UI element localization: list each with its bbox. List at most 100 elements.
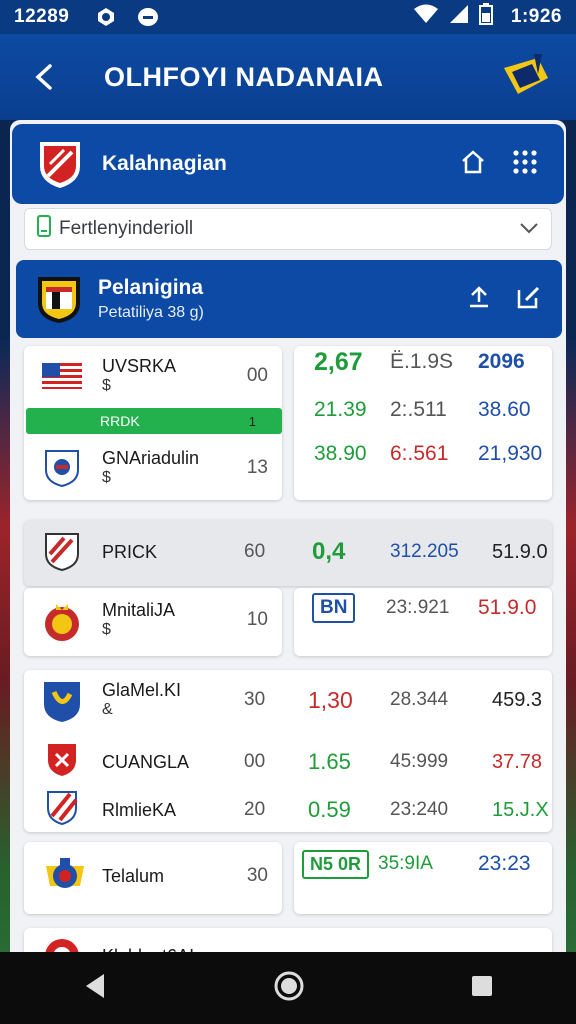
odds-value[interactable]: 2:.511 bbox=[390, 398, 447, 422]
odds-card[interactable]: BN 23:.921 51.9.0 bbox=[294, 588, 552, 656]
away-team-name: RlmlieKA bbox=[102, 800, 177, 820]
match-card[interactable]: Telalum 30 bbox=[24, 842, 282, 914]
odds-value[interactable]: Ë.1.9S bbox=[390, 350, 453, 374]
home-team-name: GlaMel.KI bbox=[102, 680, 182, 700]
team-header: Kalahnagian bbox=[12, 124, 564, 204]
edit-icon[interactable] bbox=[516, 284, 542, 315]
signal-icon bbox=[449, 4, 469, 30]
odds-value[interactable]: 15.J.X bbox=[492, 799, 549, 822]
home-score: 30 bbox=[244, 689, 266, 710]
odds-card[interactable]: 2,67 Ë.1.9S 2096 21.39 2:.511 38.60 38.9… bbox=[294, 346, 552, 500]
odds-value[interactable]: 459.3 bbox=[492, 689, 542, 712]
status-time: 12289 bbox=[14, 6, 70, 27]
odds-value[interactable]: 28.344 bbox=[390, 689, 448, 711]
odds-value[interactable]: 23:.921 bbox=[386, 597, 449, 619]
home-nav-icon[interactable] bbox=[273, 970, 305, 1007]
odds-value[interactable]: 37.78 bbox=[492, 751, 542, 774]
odds-value[interactable]: 2,67 bbox=[314, 348, 363, 377]
away-score: 20 bbox=[244, 799, 266, 820]
home-team-name: Telalum bbox=[102, 866, 165, 886]
odds-value[interactable]: 51.9.0 bbox=[478, 596, 536, 620]
home-icon[interactable] bbox=[460, 149, 486, 180]
team-crest-icon bbox=[42, 790, 82, 830]
team-crest-icon bbox=[38, 138, 82, 190]
league-header[interactable]: Pelanigina Petatiliya 38 g) bbox=[16, 260, 562, 338]
message-notification-icon bbox=[137, 6, 159, 28]
team-row-mid: CUANGLA 00 1.65 45:999 37.78 bbox=[24, 742, 552, 782]
odds-value[interactable]: 23:240 bbox=[390, 799, 448, 821]
phone-icon bbox=[37, 215, 51, 243]
filter-dropdown[interactable]: Fertlenyinderioll bbox=[24, 208, 552, 250]
match-card[interactable]: PRICK 60 0,4 312.205 51.9.0 bbox=[24, 520, 552, 586]
odds-value[interactable]: 1.65 bbox=[308, 749, 351, 775]
app-logo-icon[interactable] bbox=[498, 48, 554, 104]
home-team-sub: & bbox=[102, 701, 113, 718]
odds-value[interactable]: 2096 bbox=[478, 350, 525, 374]
chevron-down-icon bbox=[519, 218, 539, 240]
team-score: 00 bbox=[244, 751, 266, 772]
flag-usa-icon bbox=[42, 363, 82, 389]
team-row-home: UVSRKA $ 00 bbox=[24, 356, 282, 396]
home-score: 30 bbox=[246, 865, 268, 886]
league-crest-icon bbox=[36, 273, 82, 325]
recents-nav-icon[interactable] bbox=[470, 974, 494, 1003]
back-nav-icon[interactable] bbox=[82, 972, 108, 1005]
home-score: 60 bbox=[244, 541, 266, 562]
away-score: 13 bbox=[246, 457, 268, 478]
home-team-name: MnitaliJA bbox=[102, 600, 176, 620]
system-nav-bar bbox=[0, 952, 576, 1024]
team-row-home: MnitaliJA $ 10 bbox=[24, 600, 282, 641]
settings-notification-icon bbox=[95, 6, 117, 28]
team-name: CUANGLA bbox=[102, 752, 190, 772]
match-card[interactable]: GlaMel.KI & 30 1,30 28.344 459.3 CUANGLA … bbox=[24, 670, 552, 832]
grid-menu-icon[interactable] bbox=[512, 149, 538, 180]
home-score: 00 bbox=[246, 365, 268, 386]
home-team-sub: $ bbox=[102, 377, 111, 394]
team-row-away: GNAriadulin $ 13 bbox=[24, 448, 282, 488]
odds-value[interactable]: 51.9.0 bbox=[492, 541, 548, 564]
home-team-name: PRICK bbox=[102, 542, 158, 562]
team-row-home: GlaMel.KI & 30 1,30 28.344 459.3 bbox=[24, 680, 552, 722]
page-title: OLHFOYI NADANAIA bbox=[104, 61, 384, 92]
team-crest-icon bbox=[42, 742, 82, 782]
odds-value[interactable]: 0,4 bbox=[312, 538, 345, 566]
back-button[interactable] bbox=[16, 49, 72, 105]
team-crest-icon bbox=[42, 600, 82, 641]
match-card[interactable]: UVSRKA $ 00 RRDK 1 GNAriadulin $ 13 bbox=[24, 346, 282, 500]
odds-value[interactable]: 6:.561 bbox=[390, 442, 448, 466]
odds-value[interactable]: 0.59 bbox=[308, 797, 351, 823]
status-clock: 1:926 bbox=[510, 6, 562, 27]
home-team-sub: $ bbox=[102, 621, 111, 638]
odds-value[interactable]: 38.60 bbox=[478, 398, 531, 422]
odds-value[interactable]: 38.90 bbox=[314, 442, 367, 466]
odds-value[interactable]: 21.39 bbox=[314, 398, 367, 422]
team-crest-icon bbox=[42, 448, 82, 488]
team-row-home: PRICK 60 0,4 312.205 51.9.0 bbox=[24, 532, 552, 572]
odds-value[interactable]: 35:9IA bbox=[378, 853, 433, 875]
home-team-name: UVSRKA bbox=[102, 356, 177, 376]
status-bar: 12289 1:926 bbox=[0, 0, 576, 34]
team-name: Kalahnagian bbox=[102, 152, 227, 175]
content-sheet: Kalahnagian Fertlenyinderioll Pelanigina… bbox=[10, 120, 566, 960]
share-icon[interactable] bbox=[466, 284, 492, 315]
league-subtitle: Petatiliya 38 g) bbox=[98, 304, 204, 321]
app-bar: OLHFOYI NADANAIA bbox=[0, 34, 576, 120]
odds-value[interactable]: BN bbox=[312, 593, 356, 623]
away-team-name: GNAriadulin bbox=[102, 448, 200, 468]
odds-value[interactable]: 1,30 bbox=[308, 687, 353, 714]
team-row-home: Telalum 30 bbox=[24, 856, 282, 896]
highlight-label: RRDK bbox=[100, 413, 140, 429]
odds-card[interactable]: N5 0R 35:9IA 23:23 bbox=[294, 842, 552, 914]
team-crest-icon bbox=[42, 532, 82, 572]
match-card[interactable]: MnitaliJA $ 10 bbox=[24, 588, 282, 656]
odds-value[interactable]: 23:23 bbox=[478, 852, 531, 876]
highlight-num: 1 bbox=[248, 413, 256, 429]
odds-value[interactable]: 45:999 bbox=[390, 751, 448, 773]
odds-value[interactable]: 21,930 bbox=[478, 442, 542, 466]
wifi-icon bbox=[413, 4, 439, 30]
battery-icon bbox=[478, 3, 493, 31]
team-row-away: RlmlieKA 20 0.59 23:240 15.J.X bbox=[24, 790, 552, 830]
odds-value[interactable]: N5 0R bbox=[302, 849, 370, 879]
odds-value[interactable]: 312.205 bbox=[390, 541, 459, 563]
home-score: 10 bbox=[246, 609, 268, 630]
